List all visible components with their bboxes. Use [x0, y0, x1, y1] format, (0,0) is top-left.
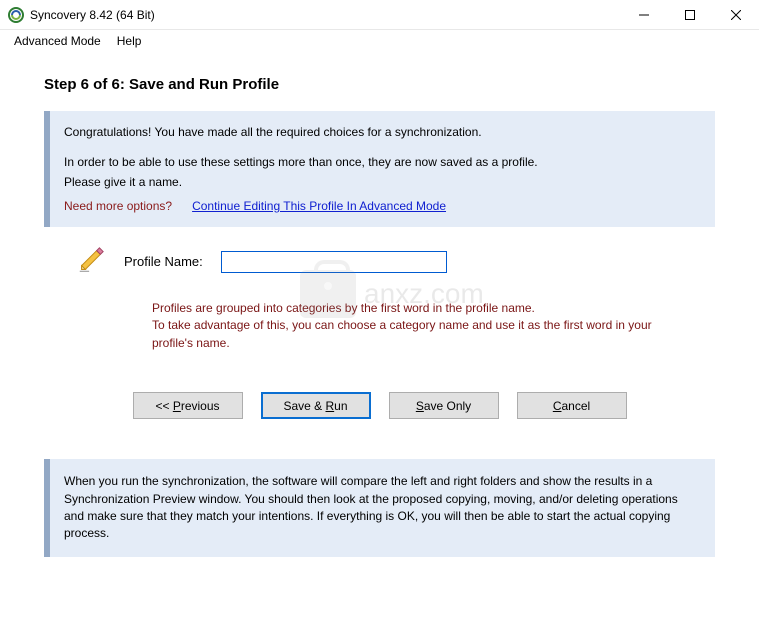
congrats-text: Congratulations! You have made all the r…	[64, 123, 701, 141]
window-controls	[621, 0, 759, 30]
previous-button[interactable]: << Previous	[133, 392, 243, 419]
menu-bar: Advanced Mode Help	[0, 30, 759, 52]
intro-panel: Congratulations! You have made all the r…	[44, 111, 715, 227]
title-bar: Syncovery 8.42 (64 Bit)	[0, 0, 759, 30]
hint-line-2: To take advantage of this, you can choos…	[152, 317, 672, 352]
menu-advanced-mode[interactable]: Advanced Mode	[6, 32, 109, 50]
hint-line-1: Profiles are grouped into categories by …	[152, 300, 672, 317]
profile-name-input[interactable]	[221, 251, 447, 273]
menu-help[interactable]: Help	[109, 32, 150, 50]
app-icon	[8, 7, 24, 23]
maximize-button[interactable]	[667, 0, 713, 30]
inorder-text: In order to be able to use these setting…	[64, 153, 701, 171]
cancel-button[interactable]: Cancel	[517, 392, 627, 419]
wizard-content: Step 6 of 6: Save and Run Profile Congra…	[0, 52, 759, 557]
need-more-options-label: Need more options?	[64, 197, 172, 215]
window-title: Syncovery 8.42 (64 Bit)	[30, 8, 621, 22]
profile-hint: Profiles are grouped into categories by …	[152, 300, 672, 352]
bottom-info-text: When you run the synchronization, the so…	[64, 473, 701, 543]
bottom-info-panel: When you run the synchronization, the so…	[44, 459, 715, 557]
profile-name-label: Profile Name:	[124, 254, 203, 269]
profile-name-row: Profile Name:	[76, 245, 715, 278]
close-button[interactable]	[713, 0, 759, 30]
save-only-button[interactable]: Save Only	[389, 392, 499, 419]
giveit-text: Please give it a name.	[64, 173, 701, 191]
button-row: << Previous Save & Run Save Only Cancel	[44, 392, 715, 419]
pencil-icon	[76, 245, 106, 278]
step-title: Step 6 of 6: Save and Run Profile	[44, 76, 715, 93]
minimize-button[interactable]	[621, 0, 667, 30]
advanced-mode-link[interactable]: Continue Editing This Profile In Advance…	[192, 197, 446, 215]
save-and-run-button[interactable]: Save & Run	[261, 392, 371, 419]
